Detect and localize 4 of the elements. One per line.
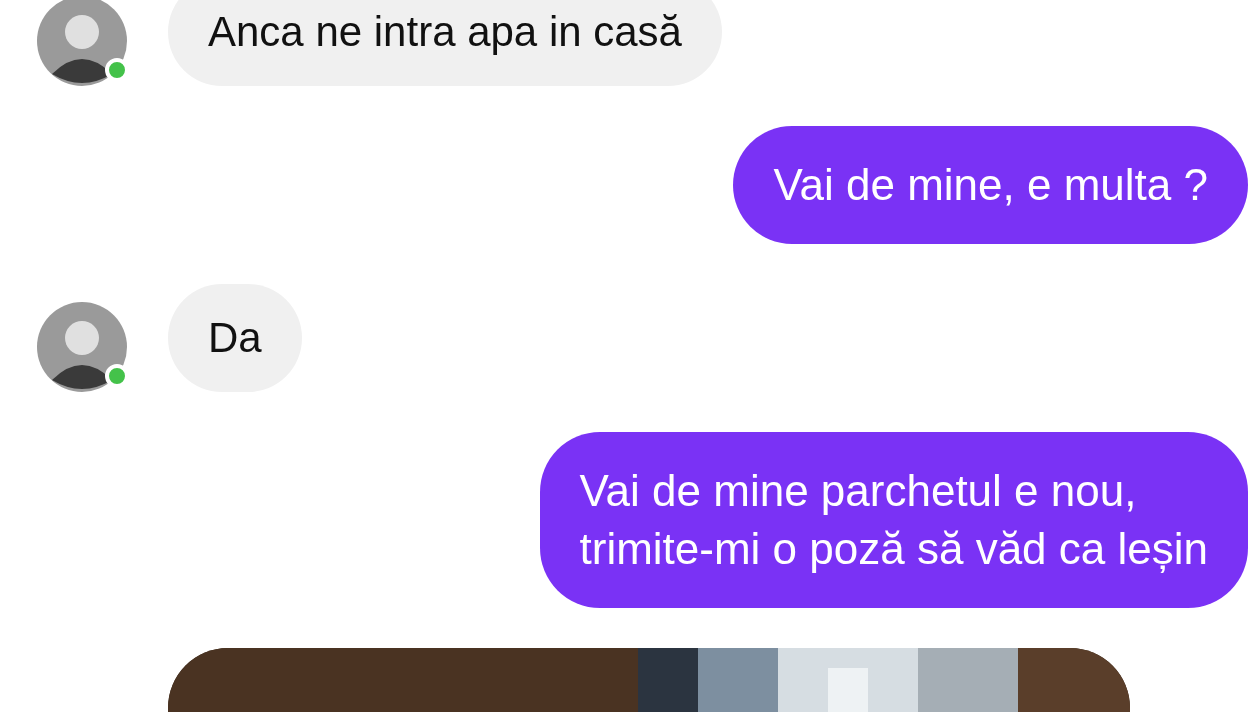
received-message: Anca ne intra apa in casă (168, 0, 722, 86)
received-message: Da (168, 284, 302, 392)
sent-message: Vai de mine parchetul e nou, trimite-mi o poză să văd ca leșin (539, 432, 1248, 608)
sent-message: Vai de mine, e multa ? (733, 126, 1248, 244)
